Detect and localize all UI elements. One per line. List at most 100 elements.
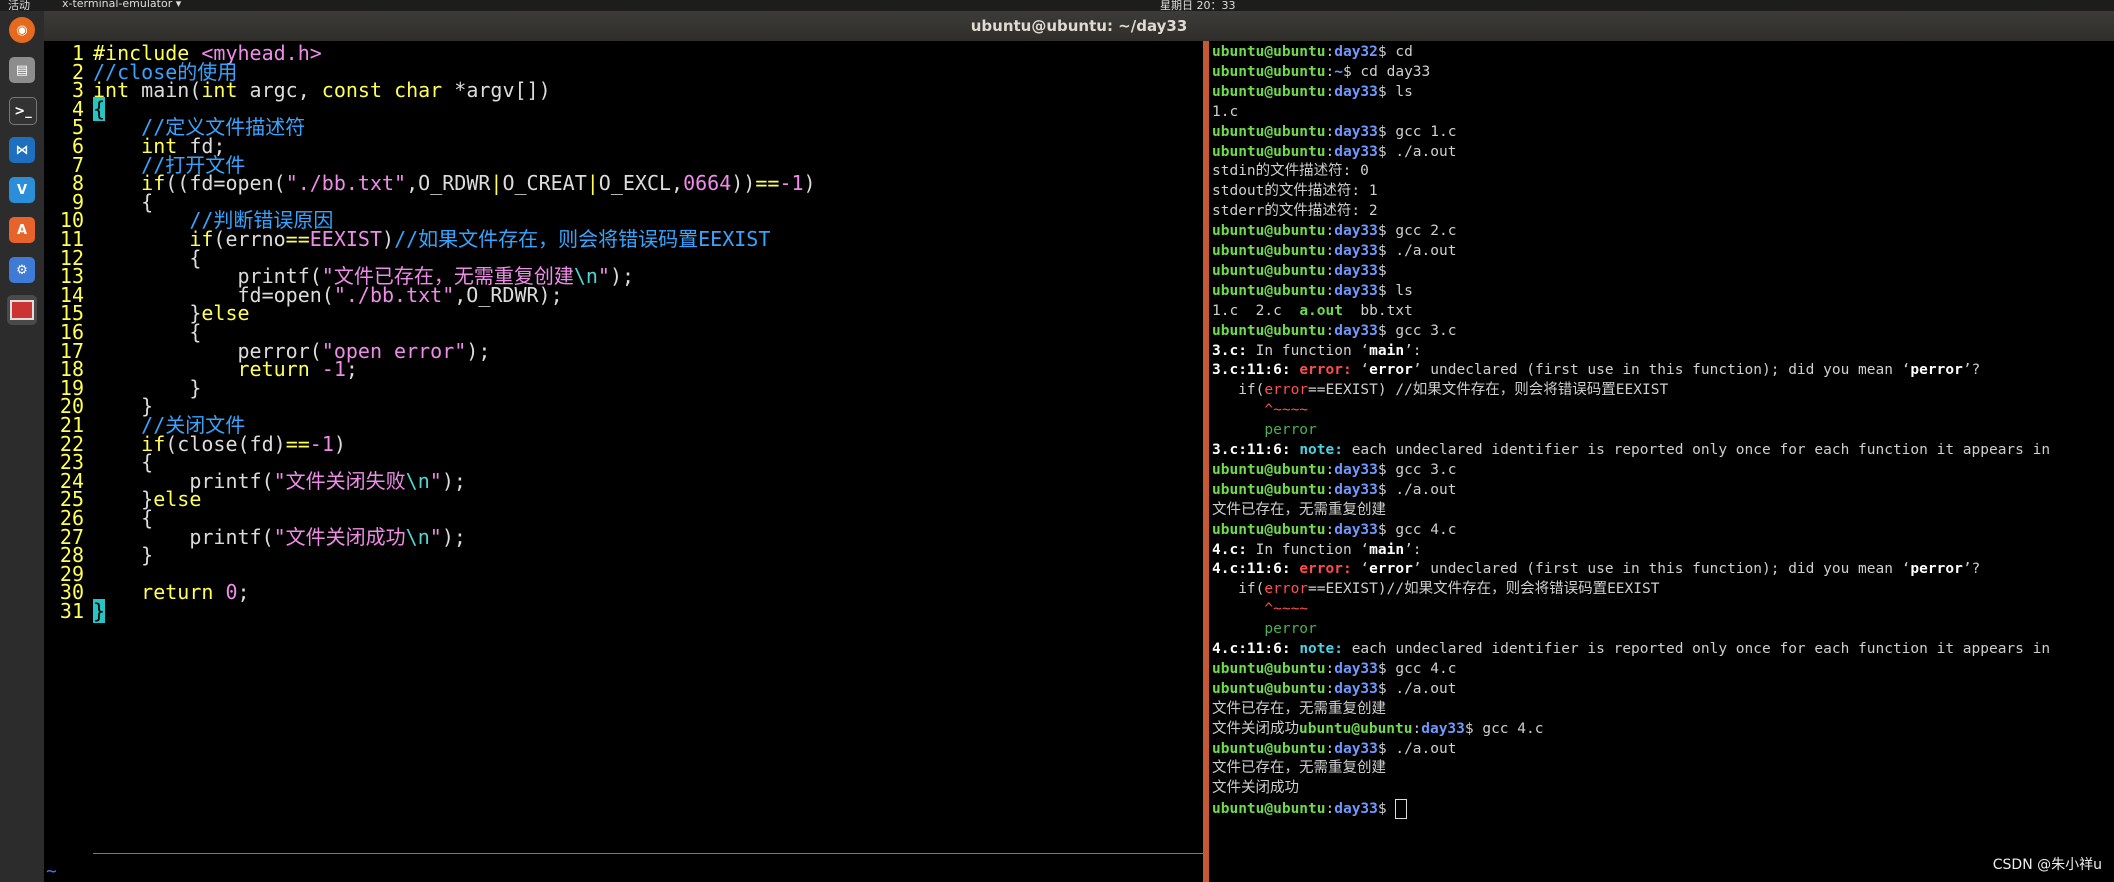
code-token: return xyxy=(237,357,310,382)
terminal-text: note: xyxy=(1299,442,1352,458)
terminal-line: ubuntu@ubuntu:day33$ ./a.out xyxy=(1212,481,1456,500)
clock[interactable]: 星期日 20：33 xyxy=(1160,0,1236,11)
terminal-text: if( xyxy=(1212,382,1265,399)
files-icon[interactable]: ▤ xyxy=(9,57,35,83)
terminal-text: : xyxy=(1412,720,1422,737)
terminal-text: day33 xyxy=(1334,262,1378,279)
code-token: ) xyxy=(382,227,395,251)
code-token: -1 xyxy=(779,171,804,196)
code-token: == xyxy=(285,431,310,456)
terminal-text: ’: xyxy=(1404,342,1422,359)
terminal-text: error xyxy=(1369,362,1413,379)
code-token: \n xyxy=(573,264,598,289)
code-token: ; xyxy=(345,357,358,382)
terminal-text: $ gcc 3.c xyxy=(1377,322,1457,339)
terminal-text: : xyxy=(1325,481,1335,498)
terminal-line: ubuntu@ubuntu:day33$ gcc 4.c xyxy=(1212,660,1456,679)
terminal-pane[interactable]: ubuntu@ubuntu:day32$ cd ubuntu@ubuntu:~$ … xyxy=(1209,41,2114,882)
code-token: -1 xyxy=(321,357,346,382)
terminal-text: 3.c: xyxy=(1212,342,1247,359)
code-token: O_EXCL, xyxy=(598,171,684,196)
terminal-text: $ cd day33 xyxy=(1342,63,1431,80)
terminal-text: day33 xyxy=(1334,282,1378,299)
terminal-line: ubuntu@ubuntu:day33$ ls xyxy=(1212,83,1413,102)
terminal-text: ==EEXIST) //如果文件存在，则会将错误码置EEXIST xyxy=(1308,382,1669,399)
terminal-text: : xyxy=(1325,123,1335,140)
code-token: ); xyxy=(441,468,466,493)
terminal-line: ubuntu@ubuntu:day33$ xyxy=(1212,262,1387,281)
terminal-text: day33 xyxy=(1334,521,1378,538)
terminal-line: 文件已存在，无需重复创建 xyxy=(1212,700,1386,719)
code-token: //如果文件存在，则会将错误码置EEXIST xyxy=(394,227,771,251)
terminal-text: ubuntu@ubuntu xyxy=(1212,243,1326,259)
code-token: ; xyxy=(237,580,250,605)
terminal-text: stdout的文件描述符: 1 xyxy=(1212,183,1378,200)
terminal-line: stdout的文件描述符: 1 xyxy=(1212,182,1378,201)
terminal-text: ubuntu@ubuntu xyxy=(1212,83,1326,100)
activities-button[interactable]: 活动 xyxy=(8,0,30,11)
terminal-emulator-icon[interactable] xyxy=(7,295,37,325)
dock: ◉ ▤ >_ ⋈ V A ⚙ xyxy=(0,11,44,882)
terminal-text: : xyxy=(1325,740,1335,757)
terminal-text: 3.c:11:6: xyxy=(1212,362,1300,379)
app-menu[interactable]: x-terminal-emulator ▾ xyxy=(62,0,181,10)
terminal-text: $ gcc 4.c xyxy=(1377,521,1457,538)
terminal-text: ’? xyxy=(1962,561,1981,578)
line-number: 31 xyxy=(59,599,84,623)
terminal-line: ubuntu@ubuntu:day33$ ls xyxy=(1212,282,1413,301)
terminal-text: day33 xyxy=(1334,223,1378,240)
code-token: } xyxy=(93,543,154,568)
code-token: int xyxy=(201,78,238,103)
code-token: -1 xyxy=(309,431,334,456)
terminal-icon[interactable]: >_ xyxy=(9,97,37,125)
vscode-icon[interactable]: ⋈ xyxy=(9,137,35,163)
terminal-line: ^~~~~ xyxy=(1212,600,1308,619)
terminal-text: $ ls xyxy=(1377,282,1413,299)
cursor-line xyxy=(93,853,1203,854)
terminal-text: $ cd xyxy=(1377,44,1413,60)
terminal-text: : xyxy=(1325,223,1335,240)
terminal-line: ubuntu@ubuntu:day33$ gcc 3.c xyxy=(1212,322,1456,341)
terminal-line: stdin的文件描述符: 0 xyxy=(1212,162,1369,181)
vscode-alt-icon[interactable]: V xyxy=(9,177,35,203)
terminal-text: error xyxy=(1264,581,1309,598)
code-token: } xyxy=(93,599,106,623)
terminal-text: ubuntu@ubuntu xyxy=(1299,720,1413,737)
watermark: CSDN @朱小祥u xyxy=(1992,857,2102,873)
terminal-text: day33 xyxy=(1334,680,1378,697)
terminal-text: : xyxy=(1325,680,1335,697)
terminal-text: $ ./a.out xyxy=(1377,481,1457,498)
terminal-text: ubuntu@ubuntu xyxy=(1212,143,1326,160)
code-line[interactable]: 3 int main(int argc, const char *argv[]) xyxy=(44,78,551,103)
code-token: argc, xyxy=(237,78,322,103)
terminal-text: 文件已存在，无需重复创建 xyxy=(1212,501,1386,518)
settings-icon[interactable]: ⚙ xyxy=(9,257,35,283)
terminal-text: $ gcc 3.c xyxy=(1377,461,1457,478)
code-line[interactable]: 8 if((fd=open("./bb.txt",O_RDWR|O_CREAT|… xyxy=(44,171,816,196)
vim-editor-pane[interactable]: 1 #include <myhead.h> 2//close的使用 3 int main… xyxy=(44,41,1203,882)
terminal-text: 4.c: xyxy=(1212,541,1247,558)
code-token: (errno xyxy=(213,227,286,251)
terminal-line: if(error==EEXIST) //如果文件存在，则会将错误码置EEXIST xyxy=(1212,381,1668,400)
code-token: ); xyxy=(466,338,491,363)
terminal-text: perror xyxy=(1212,422,1317,439)
terminal-text: note: xyxy=(1299,641,1352,657)
terminal-text: In function ‘ xyxy=(1246,342,1370,359)
terminal-line: ubuntu@ubuntu:day32$ cd xyxy=(1212,43,1413,62)
terminal-text: $ ./a.out xyxy=(1377,680,1457,697)
code-token: else xyxy=(153,487,202,512)
terminal-text: main xyxy=(1369,342,1405,359)
terminal-text: ubuntu@ubuntu xyxy=(1212,481,1326,498)
software-center-icon[interactable]: A xyxy=(9,217,35,243)
code-line[interactable]: 31} xyxy=(44,599,106,624)
code-token: 0664 xyxy=(683,171,732,196)
code-token: " xyxy=(429,468,442,493)
terminal-line: 3.c: In function ‘main’: xyxy=(1212,342,1422,361)
terminal-text: $ ./a.out xyxy=(1377,243,1457,259)
terminal-text: : xyxy=(1325,521,1335,538)
firefox-icon[interactable]: ◉ xyxy=(9,17,35,43)
terminal-text: day33 xyxy=(1334,461,1378,478)
terminal-text: error: xyxy=(1299,561,1361,578)
